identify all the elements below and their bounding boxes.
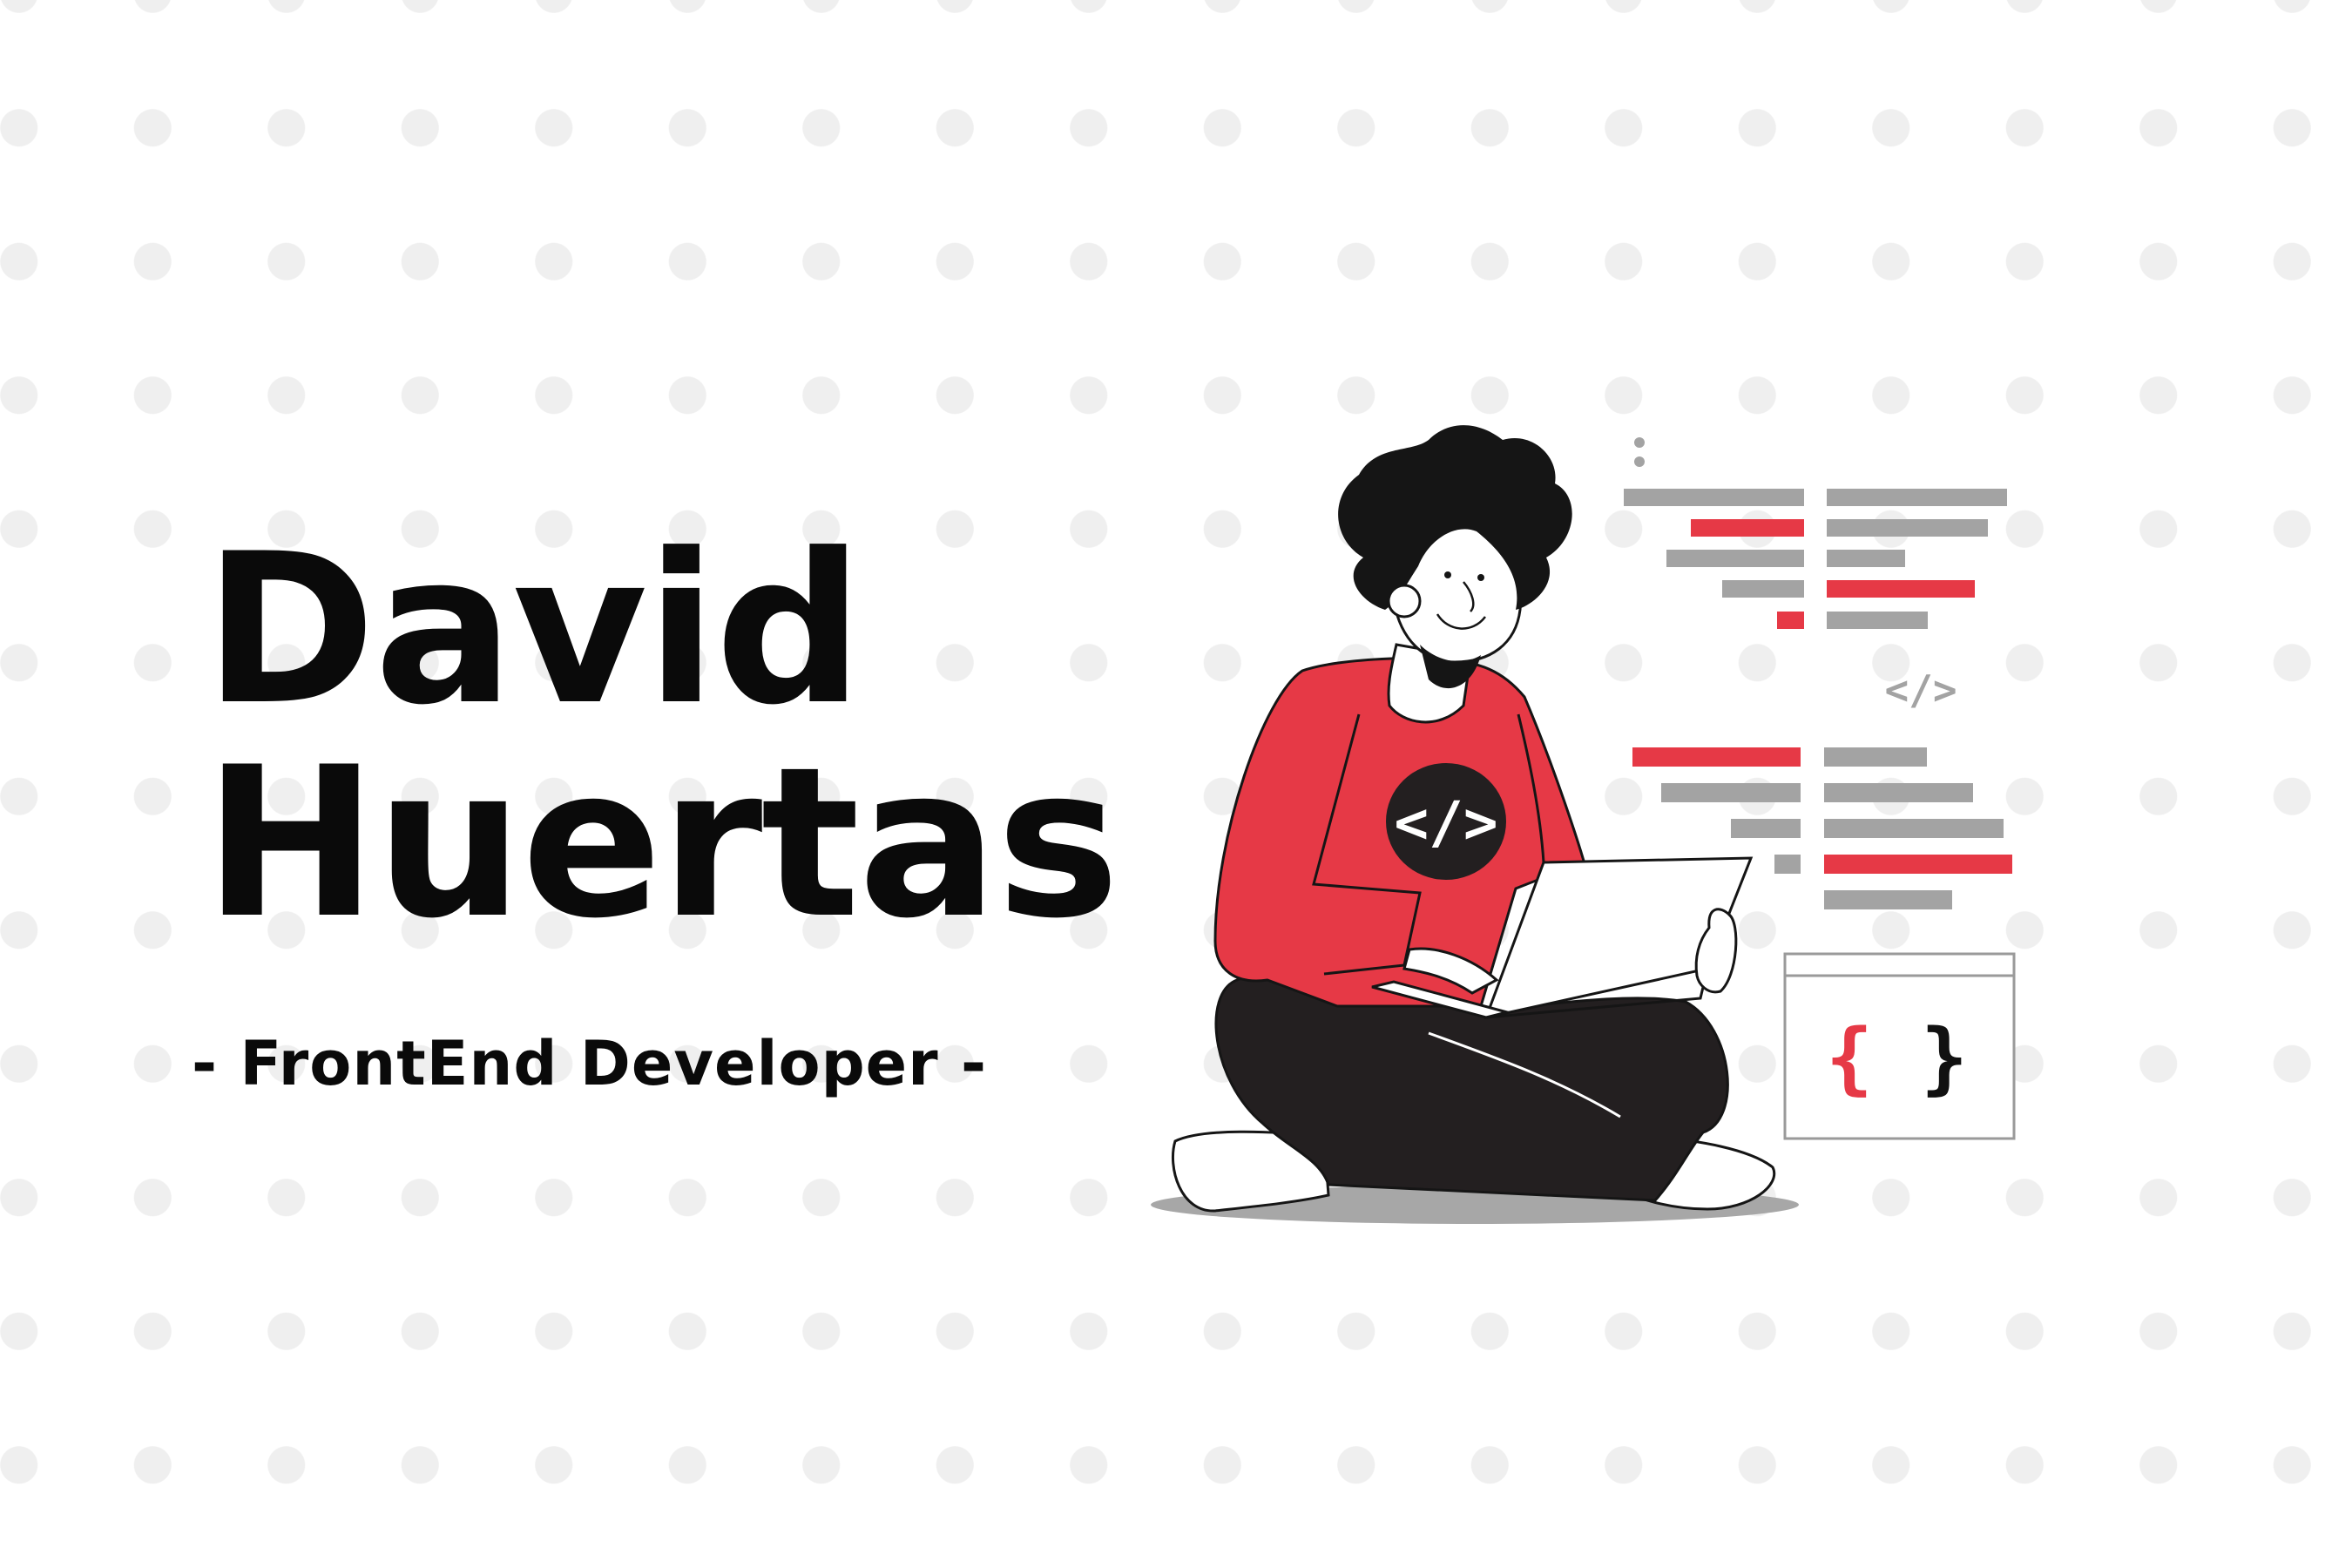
code-lines-top (1624, 437, 2007, 629)
developer-illustration: </> { } </> (1151, 425, 2016, 1224)
braces-window: { } (1783, 952, 2016, 1140)
role-subtitle: - FrontEnd Developer - (192, 1028, 988, 1099)
name-first: David (204, 510, 863, 751)
name-last: Huertas (204, 723, 1119, 964)
page: { "profile": { "first_name": "David", "l… (0, 0, 2352, 1568)
brace-close: } (1921, 1012, 1968, 1104)
code-tag-label: </> (1884, 666, 1957, 713)
brace-open: { (1826, 1012, 1873, 1104)
shirt-glyph: </> (1394, 789, 1497, 856)
